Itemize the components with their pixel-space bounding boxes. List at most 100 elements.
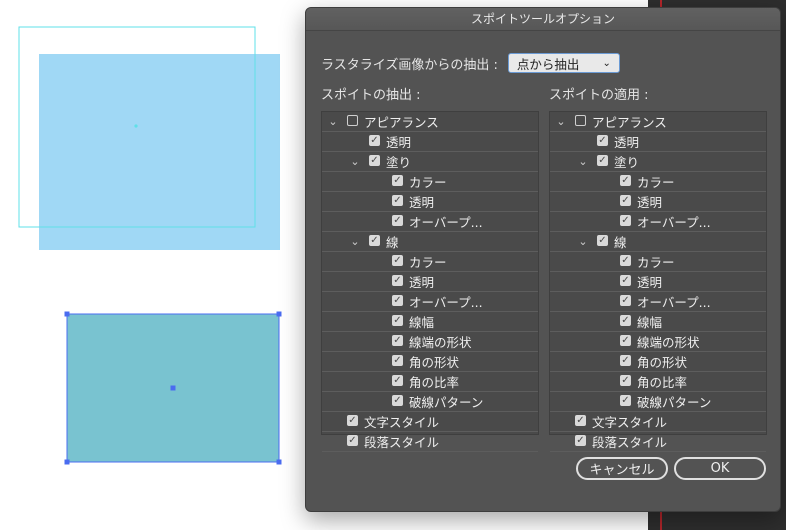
checkbox-checked[interactable]: ✓ xyxy=(620,275,631,286)
disclosure-chevron-icon[interactable]: ⌄ xyxy=(349,152,361,171)
checkbox-checked[interactable]: ✓ xyxy=(392,335,403,346)
tree-item-label: 透明 xyxy=(386,135,412,150)
checkbox-checked[interactable]: ✓ xyxy=(597,235,608,246)
pick-up-tree-row[interactable]: ✓ カラー xyxy=(322,172,538,192)
checkbox-checked[interactable]: ✓ xyxy=(620,175,631,186)
checkbox-checked[interactable]: ✓ xyxy=(597,155,608,166)
tree-item-label: 文字スタイル xyxy=(364,415,440,430)
tree-item-label: オーバープ... xyxy=(409,295,483,310)
dialog-title: スポイトツールオプション xyxy=(306,8,780,31)
checkbox-checked[interactable]: ✓ xyxy=(392,195,403,206)
cancel-button[interactable]: キャンセル xyxy=(576,457,668,480)
apply-tree-row[interactable]: ⌄ アピアランス xyxy=(550,112,766,132)
apply-tree-row[interactable]: ✓ 角の比率 xyxy=(550,372,766,392)
checkbox-checked[interactable]: ✓ xyxy=(620,355,631,366)
apply-tree-row[interactable]: ✓ オーバープ... xyxy=(550,292,766,312)
selection-handle-bl[interactable] xyxy=(64,459,70,465)
center-point xyxy=(134,124,138,128)
checkbox-checked[interactable]: ✓ xyxy=(369,235,380,246)
checkbox-checked[interactable]: ✓ xyxy=(392,275,403,286)
apply-tree-row[interactable]: ✓ 透明 xyxy=(550,192,766,212)
checkbox-checked[interactable]: ✓ xyxy=(392,255,403,266)
selection-center-point xyxy=(170,385,176,391)
disclosure-chevron-icon[interactable]: ⌄ xyxy=(577,232,589,251)
tree-item-label: 角の比率 xyxy=(409,375,460,390)
tree-item-label: アピアランス xyxy=(592,115,667,130)
checkbox-checked[interactable]: ✓ xyxy=(620,315,631,326)
checkbox-unchecked[interactable] xyxy=(575,115,586,126)
tree-item-label: カラー xyxy=(637,175,675,190)
apply-tree-row[interactable]: ✓ オーバープ... xyxy=(550,212,766,232)
checkbox-checked[interactable]: ✓ xyxy=(369,135,380,146)
apply-tree-row[interactable]: ✓ 角の形状 xyxy=(550,352,766,372)
checkbox-checked[interactable]: ✓ xyxy=(392,375,403,386)
checkbox-checked[interactable]: ✓ xyxy=(392,175,403,186)
pick-up-tree-row[interactable]: ✓ 文字スタイル xyxy=(322,412,538,432)
raster-extract-select[interactable]: 点から抽出 ⌄ xyxy=(507,53,620,73)
apply-tree-row[interactable]: ✓ 文字スタイル xyxy=(550,412,766,432)
checkbox-checked[interactable]: ✓ xyxy=(575,415,586,426)
ok-button[interactable]: OK xyxy=(674,457,766,480)
tree-item-label: オーバープ... xyxy=(637,215,711,230)
checkbox-checked[interactable]: ✓ xyxy=(620,395,631,406)
checkbox-checked[interactable]: ✓ xyxy=(392,215,403,226)
selection-handle-tl[interactable] xyxy=(64,311,70,317)
disclosure-chevron-icon[interactable]: ⌄ xyxy=(555,112,567,131)
checkbox-checked[interactable]: ✓ xyxy=(392,295,403,306)
disclosure-chevron-icon[interactable]: ⌄ xyxy=(577,152,589,171)
checkbox-checked[interactable]: ✓ xyxy=(620,215,631,226)
pick-up-tree-row[interactable]: ✓ オーバープ... xyxy=(322,212,538,232)
apply-tree-row[interactable]: ✓ 破線パターン xyxy=(550,392,766,412)
pick-up-tree-row[interactable]: ⌄ アピアランス xyxy=(322,112,538,132)
tree-item-label: 破線パターン xyxy=(409,395,484,410)
tree-item-label: アピアランス xyxy=(364,115,439,130)
apply-tree-row[interactable]: ✓ 線幅 xyxy=(550,312,766,332)
checkbox-checked[interactable]: ✓ xyxy=(620,375,631,386)
selection-handle-br[interactable] xyxy=(276,459,282,465)
apply-tree-row[interactable]: ✓ 線端の形状 xyxy=(550,332,766,352)
checkbox-checked[interactable]: ✓ xyxy=(597,135,608,146)
chevron-down-icon: ⌄ xyxy=(602,57,611,69)
checkbox-checked[interactable]: ✓ xyxy=(620,195,631,206)
checkbox-checked[interactable]: ✓ xyxy=(369,155,380,166)
pick-up-tree-row[interactable]: ✓ 線幅 xyxy=(322,312,538,332)
pick-up-tree-row[interactable]: ✓ 角の比率 xyxy=(322,372,538,392)
apply-tree-row[interactable]: ✓ 透明 xyxy=(550,132,766,152)
checkbox-checked[interactable]: ✓ xyxy=(620,255,631,266)
pick-up-tree-row[interactable]: ✓ 段落スタイル xyxy=(322,432,538,452)
pick-up-title: スポイトの抽出 : xyxy=(321,88,421,103)
pick-up-tree-row[interactable]: ✓ オーバープ... xyxy=(322,292,538,312)
checkbox-checked[interactable]: ✓ xyxy=(347,435,358,446)
checkbox-checked[interactable]: ✓ xyxy=(575,435,586,446)
disclosure-chevron-icon[interactable]: ⌄ xyxy=(349,232,361,251)
checkbox-checked[interactable]: ✓ xyxy=(392,395,403,406)
apply-tree-row[interactable]: ✓ カラー xyxy=(550,252,766,272)
pick-up-tree-row[interactable]: ⌄ ✓ 塗り xyxy=(322,152,538,172)
disclosure-chevron-icon[interactable]: ⌄ xyxy=(327,112,339,131)
light-blue-rectangle[interactable] xyxy=(39,54,280,250)
pick-up-tree-row[interactable]: ✓ 透明 xyxy=(322,192,538,212)
checkbox-unchecked[interactable] xyxy=(347,115,358,126)
apply-tree: ⌄ アピアランス ✓ 透明 ⌄ ✓ 塗り ✓ カラー ✓ 透明 ✓ オーバープ... ⌄ ✓ 線 ✓ カラー ✓ 透明… xyxy=(549,111,767,452)
checkbox-checked[interactable]: ✓ xyxy=(347,415,358,426)
checkbox-checked[interactable]: ✓ xyxy=(392,315,403,326)
checkbox-checked[interactable]: ✓ xyxy=(620,335,631,346)
checkbox-checked[interactable]: ✓ xyxy=(392,355,403,366)
pick-up-tree-row[interactable]: ✓ 透明 xyxy=(322,272,538,292)
apply-tree-row[interactable]: ⌄ ✓ 線 xyxy=(550,232,766,252)
pick-up-tree-row[interactable]: ✓ カラー xyxy=(322,252,538,272)
checkbox-checked[interactable]: ✓ xyxy=(620,295,631,306)
apply-tree-row[interactable]: ✓ カラー xyxy=(550,172,766,192)
pick-up-tree-row[interactable]: ⌄ ✓ 線 xyxy=(322,232,538,252)
tree-item-label: 線幅 xyxy=(409,315,435,330)
apply-tree-row[interactable]: ✓ 透明 xyxy=(550,272,766,292)
apply-tree-row[interactable]: ⌄ ✓ 塗り xyxy=(550,152,766,172)
pick-up-tree-row[interactable]: ✓ 角の形状 xyxy=(322,352,538,372)
pick-up-tree-row[interactable]: ✓ 線端の形状 xyxy=(322,332,538,352)
selection-handle-tr[interactable] xyxy=(276,311,282,317)
pick-up-tree: ⌄ アピアランス ✓ 透明 ⌄ ✓ 塗り ✓ カラー ✓ 透明 ✓ オーバープ... ⌄ ✓ 線 ✓ カラー ✓ 透明… xyxy=(321,111,539,452)
tree-item-label: オーバープ... xyxy=(637,295,711,310)
pick-up-tree-row[interactable]: ✓ 透明 xyxy=(322,132,538,152)
apply-tree-row[interactable]: ✓ 段落スタイル xyxy=(550,432,766,452)
pick-up-tree-row[interactable]: ✓ 破線パターン xyxy=(322,392,538,412)
